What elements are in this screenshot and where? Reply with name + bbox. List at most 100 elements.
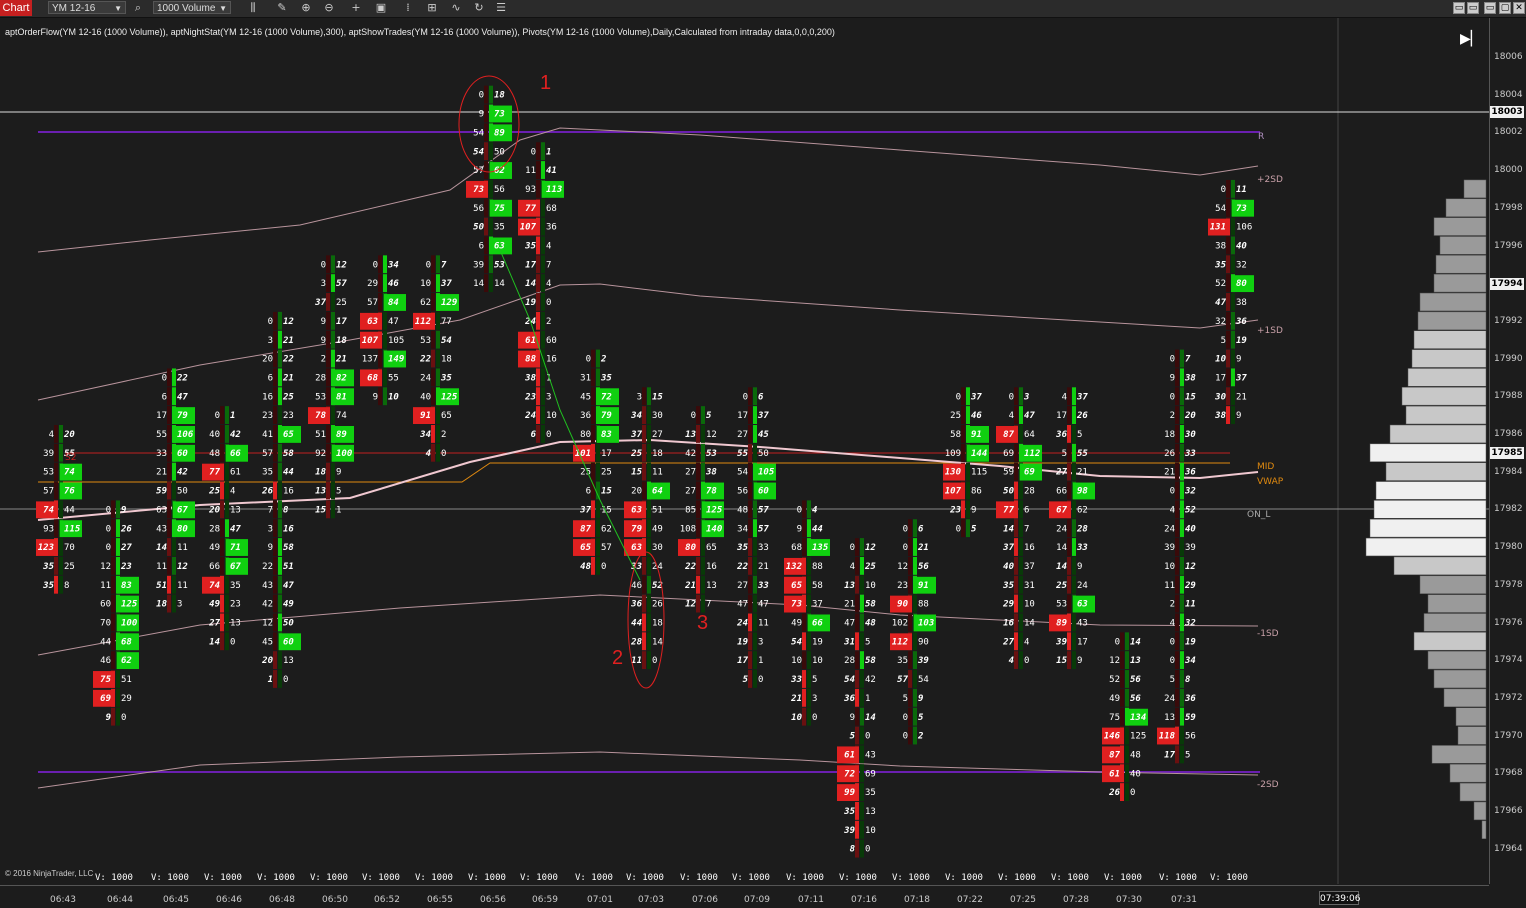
footprint-bar[interactable]: 0 124 2513 1021 5847 4831 528 5854 4236 19 145 061 4…	[837, 538, 876, 858]
time-label: 07:22	[957, 895, 983, 905]
footprint-bar[interactable]: 0 617 3727 4555 5054 10556 6048 5734 5735 3322 212…	[736, 387, 776, 688]
ask-value: 7	[546, 260, 551, 270]
footprint-bar[interactable]: 0 14 12 13 52 56 49 56 75 134 146 125 87 48 61 40 26 0	[1102, 632, 1148, 801]
ask-volume-bar	[1231, 293, 1235, 311]
bid-value: 69	[100, 694, 111, 704]
instrument-selector[interactable]: YM 12-16 ▼	[48, 1, 126, 14]
crosshair-icon[interactable]: +	[349, 1, 363, 15]
bid-volume-bar	[273, 406, 277, 424]
bar-chart-icon[interactable]: ⫼	[246, 1, 260, 15]
footprint-bar[interactable]: 0 22 6 47 17 79 55 106 33 60 21 42 59 50 63 67 43 80 14 11 1…	[156, 368, 195, 613]
bid-value: 0	[1115, 637, 1120, 647]
refresh-icon[interactable]: ↻	[472, 1, 486, 15]
footprint-bar[interactable]: 4 3717 2636 55 5527 2166 9867 6224 2814 3314 925 24…	[1049, 387, 1095, 670]
footprint-bar[interactable]: 0 34 4787 6469 11259 6950 2877 614 737 1640 3735 31…	[996, 387, 1042, 670]
bid-volume-bar	[1175, 349, 1179, 368]
bid-volume-bar	[431, 255, 435, 274]
bid-value: 50	[1003, 487, 1014, 497]
bid-volume-bar	[1014, 556, 1018, 575]
ask-volume-bar	[59, 425, 63, 443]
ask-volume-bar	[753, 670, 757, 688]
time-label: 07:16	[851, 895, 877, 905]
ask-volume-bar	[278, 556, 282, 575]
time-label: 07:30	[1116, 895, 1142, 905]
ask-volume-bar	[1125, 632, 1129, 651]
bid-value: 66	[1056, 487, 1067, 497]
footprint-bar[interactable]: 0 90 260 2712 2311 8360 12570 10044 6846 6275 5169…	[93, 500, 139, 726]
zoom-out-icon[interactable]: ⊖	[322, 1, 336, 15]
bid-value: 37	[579, 505, 591, 515]
footprint-bar[interactable]: 0 1154 73131 10638 4035 3252 8047 3832 365 1910 91…	[1208, 179, 1254, 424]
bid-value: 4	[1009, 656, 1014, 666]
tile-button[interactable]: ▭	[1467, 2, 1479, 14]
ask-value: 56	[1130, 675, 1141, 685]
zoom-in-icon[interactable]: ⊕	[299, 1, 313, 15]
bid-volume-bar	[167, 462, 171, 481]
chart-tab[interactable]: Chart	[0, 0, 32, 16]
ask-volume-bar	[331, 311, 335, 330]
properties-icon[interactable]: ▣	[374, 1, 388, 15]
ask-volume-bar	[541, 236, 545, 255]
bid-value: 23	[949, 505, 961, 515]
footprint-bar[interactable]: 3 1534 3037 2725 1815 1120 6463 5179 4963 3033 244…	[624, 387, 670, 670]
list-icon[interactable]: ☰	[494, 1, 508, 15]
footprint-bar[interactable]: 0 231 3545 7236 7980 83101 1725 256 1537 1587 6265…	[573, 349, 619, 575]
ask-value: 5	[1077, 430, 1082, 440]
footprint-bar[interactable]: 0 111 4193 11377 68107 3635 417 714 419 024 261 608…	[518, 142, 564, 443]
footprint-chart[interactable]: 4 2039 5553 7457 7674 4493 115123 7035 2535 80 90 2…	[0, 18, 1489, 884]
maximize-button[interactable]: ▢	[1499, 2, 1511, 14]
bid-value: 9	[373, 392, 378, 402]
ask-volume-bar	[172, 368, 176, 387]
chevron-down-icon: ▼	[219, 4, 227, 13]
pencil-icon[interactable]: ✎	[275, 1, 289, 15]
ask-value: 33	[757, 581, 769, 591]
bid-volume-bar	[855, 839, 859, 858]
search-icon[interactable]: ⌕	[131, 1, 145, 15]
period-selector[interactable]: 1000 Volume ▼	[153, 1, 231, 14]
bid-value: 4	[850, 562, 855, 572]
minimize-button[interactable]: ▭	[1453, 2, 1465, 14]
bid-value: 77	[209, 468, 220, 478]
ask-value: 5	[336, 487, 341, 497]
bid-value: 4	[49, 430, 54, 440]
bid-volume-bar	[378, 293, 382, 311]
ask-volume-bar	[860, 613, 864, 632]
bid-value: 35	[1214, 260, 1226, 270]
bid-volume-bar	[802, 632, 806, 651]
bid-volume-bar	[484, 142, 488, 161]
bid-value: 16	[1003, 619, 1014, 629]
ask-volume-bar	[1180, 688, 1184, 707]
collapse-panel-icon[interactable]: ▶▏	[1460, 31, 1482, 49]
ask-volume-bar	[278, 519, 282, 538]
bid-volume-bar	[642, 443, 646, 462]
copyright: © 2016 NinjaTrader, LLC	[5, 869, 94, 878]
ask-volume-bar	[541, 330, 545, 349]
strategies-icon[interactable]: ⊞	[425, 1, 439, 15]
ask-volume-bar	[383, 330, 387, 349]
footprint-bar[interactable]: 0 5 13 12 42 53 27 38 27 78 85 125 108 140 80 65 22 16 21 1…	[678, 406, 724, 613]
bid-volume-bar	[431, 443, 435, 462]
ask-value: 13	[706, 581, 717, 591]
bid-volume-bar	[802, 500, 806, 519]
footprint-bar[interactable]: 0 123 5737 259 179 182 2128 8253 8178 7451 8992 100…	[308, 255, 354, 519]
footprint-bar[interactable]: 0 140 4248 6677 6125 420 1328 4749 7166 6774 3549 2…	[202, 406, 248, 651]
ask-volume-bar	[1231, 236, 1235, 255]
ask-value: 23	[230, 600, 241, 610]
bid-value: 13	[315, 487, 326, 497]
footprint-bar[interactable]: 0 49 4468 135132 8865 5873 3749 6654 1910 1033 521…	[784, 500, 830, 726]
restore-button[interactable]: ▭	[1484, 2, 1496, 14]
ask-value: 10	[812, 656, 823, 666]
data-box-icon[interactable]: ⁞	[401, 1, 415, 15]
footprint-bar[interactable]: 0 34 29 46 57 84 63 47 107 105 137 149 68 55 9 10	[360, 255, 406, 406]
bid-value: 23	[262, 411, 273, 421]
footprint-bar[interactable]: 0 60 2112 5623 9190 88102 103112 9035 3957 545 90 5…	[890, 519, 936, 745]
drawing-tools-icon[interactable]: ∿	[449, 1, 463, 15]
bar-volume-label: V: 1000	[1210, 873, 1248, 883]
bid-volume-bar	[1067, 575, 1071, 594]
bid-value: 40	[209, 430, 220, 440]
footprint-bar[interactable]: 0 79 380 152 2018 3026 3321 360 324 5224 4039 3910 1…	[1157, 349, 1196, 764]
ask-value: 12	[177, 562, 188, 572]
close-button[interactable]: ✕	[1513, 2, 1525, 14]
footprint-bar[interactable]: 0 710 3762 129112 7753 5422 1824 3540 12591 6534 2…	[413, 255, 459, 462]
bid-value: 67	[1056, 505, 1067, 515]
